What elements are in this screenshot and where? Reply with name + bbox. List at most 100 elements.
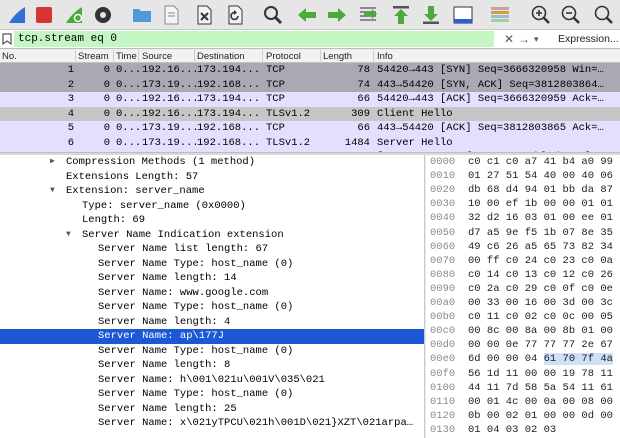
tree-item-label: Server Name list length: 67 [98,243,269,255]
tree-item[interactable]: Server Name length: 4 [0,315,424,330]
tree-item-selected[interactable]: Server Name: ap\177J [0,329,424,344]
collapse-triangle-icon[interactable]: ▼ [50,184,60,199]
hex-bytes: 6d 00 00 04 61 70 7f 4a [468,352,613,366]
packet-row[interactable]: 5 0 0....173.19...192.168... TCP 66 443→54420… [0,121,620,136]
hex-offset: 00b0 [430,311,456,324]
hex-row[interactable]: 0030 10 00 ef 1b 00 00 01 01 [426,197,620,211]
tree-item[interactable]: Server Name Type: host_name (0) [0,257,424,272]
tree-item[interactable]: ▶ Compression Methods (1 method) [0,155,424,170]
packet-row[interactable]: 1 0 0....192.16...173.194... TCP 78 54420→443… [0,63,620,78]
hex-row[interactable]: 00d0 00 00 0e 77 77 77 2e 67 [426,338,620,352]
expression-button[interactable]: Expression... [558,33,619,45]
hex-row[interactable]: 0050 d7 a5 9e f5 1b 07 8e 35 [426,226,620,240]
hex-row[interactable]: 0020 db 68 d4 94 01 bb da 87 [426,183,620,197]
tree-item[interactable]: Server Name Type: host_name (0) [0,300,424,315]
hex-bytes: c0 14 c0 13 c0 12 c0 26 [468,268,613,281]
hex-row[interactable]: 00e0 6d 00 00 04 61 70 7f 4a [426,352,620,366]
column-header-destination[interactable]: Destination [197,51,245,62]
hex-row[interactable]: 0060 49 c6 26 a5 65 73 82 34 [426,240,620,254]
packet-cell-info: Server Hello [377,136,453,149]
go-forward-arrow-icon[interactable] [326,4,348,26]
hex-row[interactable]: 00c0 00 8c 00 8a 00 8b 01 00 [426,324,620,338]
hex-row[interactable]: 00f0 56 1d 11 00 00 19 78 11 [426,367,620,381]
clear-x-icon[interactable]: ✕ [504,33,514,46]
folder-open-icon[interactable] [131,4,153,26]
hex-row[interactable]: 0040 32 d2 16 03 01 00 ee 01 [426,211,620,225]
tree-item-label: Server Name: ap\177J [98,330,225,342]
column-header-time[interactable]: Time [116,51,137,62]
filter-bookmark-icon[interactable] [1,33,13,45]
expand-triangle-icon[interactable]: ▶ [50,155,60,170]
tree-item[interactable]: Server Name Type: host_name (0) [0,387,424,402]
column-header-info[interactable]: Info [377,51,393,62]
tree-item[interactable]: Server Name Type: host_name (0) [0,344,424,359]
hex-row[interactable]: 0120 0b 00 02 01 00 00 0d 00 [426,409,620,423]
column-header-length[interactable]: Length [323,51,352,62]
tree-item[interactable]: Type: server_name (0x0000) [0,199,424,214]
zoom-out-icon[interactable] [560,4,582,26]
restart-fin-icon[interactable] [63,4,85,26]
go-last-packet-icon[interactable] [420,4,442,26]
tree-item[interactable]: Server Name: x\021yTPCU\021h\001D\021}XZ… [0,416,424,431]
packet-cell-protocol: TCP [266,78,285,91]
zoom-in-icon[interactable] [530,4,552,26]
packet-cell-stream: 0 [103,107,110,120]
main-toolbar [0,0,620,30]
reload-file-icon[interactable] [224,4,246,26]
hex-row[interactable]: 0100 44 11 7d 58 5a 54 11 61 [426,381,620,395]
tree-item-label: Length: 69 [82,214,146,226]
go-back-arrow-icon[interactable] [296,4,318,26]
hex-row[interactable]: 0130 01 04 03 02 03 [426,423,620,437]
tree-item[interactable]: Server Name: h\001\021u\001V\035\021 [0,373,424,388]
tree-item[interactable]: ▼ Server Name Indication extension [0,228,424,243]
tree-item-label: Server Name Indication extension [82,228,284,241]
go-first-packet-icon[interactable] [390,4,412,26]
hex-offset: 0020 [430,184,456,197]
close-file-icon[interactable] [193,4,215,26]
zoom-normal-icon[interactable] [593,4,615,26]
packet-row[interactable]: 2 0 0....173.19...192.168... TCP 74 443→54420… [0,77,620,92]
packet-cell-no: 6 [67,136,74,149]
hex-row[interactable]: 0110 00 01 4c 00 0a 00 08 00 [426,395,620,409]
packet-row[interactable]: 6 0 0....173.19...192.168... TLSv1.2 1484 Ser… [0,135,620,150]
tree-item[interactable]: Server Name length: 14 [0,271,424,286]
hex-row[interactable]: 0080 c0 14 c0 13 c0 12 c0 26 [426,268,620,282]
packet-cell-length: 74 [357,78,370,91]
tree-item[interactable]: Server Name list length: 67 [0,242,424,257]
tree-item[interactable]: Server Name: www.google.com [0,286,424,301]
hex-row[interactable]: 0070 00 ff c0 24 c0 23 c0 0a [426,254,620,268]
hex-offset: 00c0 [430,325,456,338]
column-header-protocol[interactable]: Protocol [266,51,301,62]
chevron-down-icon[interactable]: ▾ [534,33,539,46]
arrow-right-icon[interactable]: → [518,33,530,46]
packet-row[interactable]: 3 0 0....192.16...173.194... TCP 66 54420→443… [0,92,620,107]
gear-options-icon[interactable] [92,4,114,26]
packet-row[interactable]: 4 0 0....192.16...173.194... TLSv1.2 309 Clie… [0,106,620,121]
shark-fin-start-icon[interactable] [6,4,28,26]
column-header-source[interactable]: Source [142,51,172,62]
tree-item[interactable]: Server Name length: 25 [0,402,424,417]
hex-row[interactable]: 0090 c0 2a c0 29 c0 0f c0 0e [426,282,620,296]
tree-item[interactable]: Server Name length: 8 [0,358,424,373]
collapse-triangle-icon[interactable]: ▼ [66,228,76,243]
go-to-packet-icon[interactable] [358,4,380,26]
packet-cell-length: 78 [357,64,370,76]
tree-item[interactable]: Length: 69 [0,213,424,228]
save-file-icon[interactable] [160,4,182,26]
find-magnifier-icon[interactable] [262,4,284,26]
tree-item[interactable]: ▼ Extension: server_name [0,184,424,199]
hex-row[interactable]: 00b0 c0 11 c0 02 c0 0c 00 05 [426,310,620,324]
colorize-icon[interactable] [489,4,511,26]
hex-row[interactable]: 00a0 00 33 00 16 00 3d 00 3c [426,296,620,310]
hex-row[interactable]: 0010 01 27 51 54 40 00 40 06 [426,169,620,183]
tree-item[interactable]: Extensions Length: 57 [0,170,424,185]
stop-square-icon[interactable] [33,4,55,26]
packet-cell-protocol: TLSv1.2 [266,107,311,120]
packet-cell-info: 54420→443 [ACK] Seq=3666320959 Ack=… [377,93,604,105]
autoscroll-icon[interactable] [452,4,474,26]
column-header-no[interactable]: No. [2,51,17,62]
column-header-stream[interactable]: Stream [78,51,109,62]
hex-row[interactable]: 0000 c0 c1 c0 a7 41 b4 a0 99 [426,155,620,169]
display-filter-input[interactable] [14,31,494,47]
hex-offset: 0010 [430,170,456,183]
